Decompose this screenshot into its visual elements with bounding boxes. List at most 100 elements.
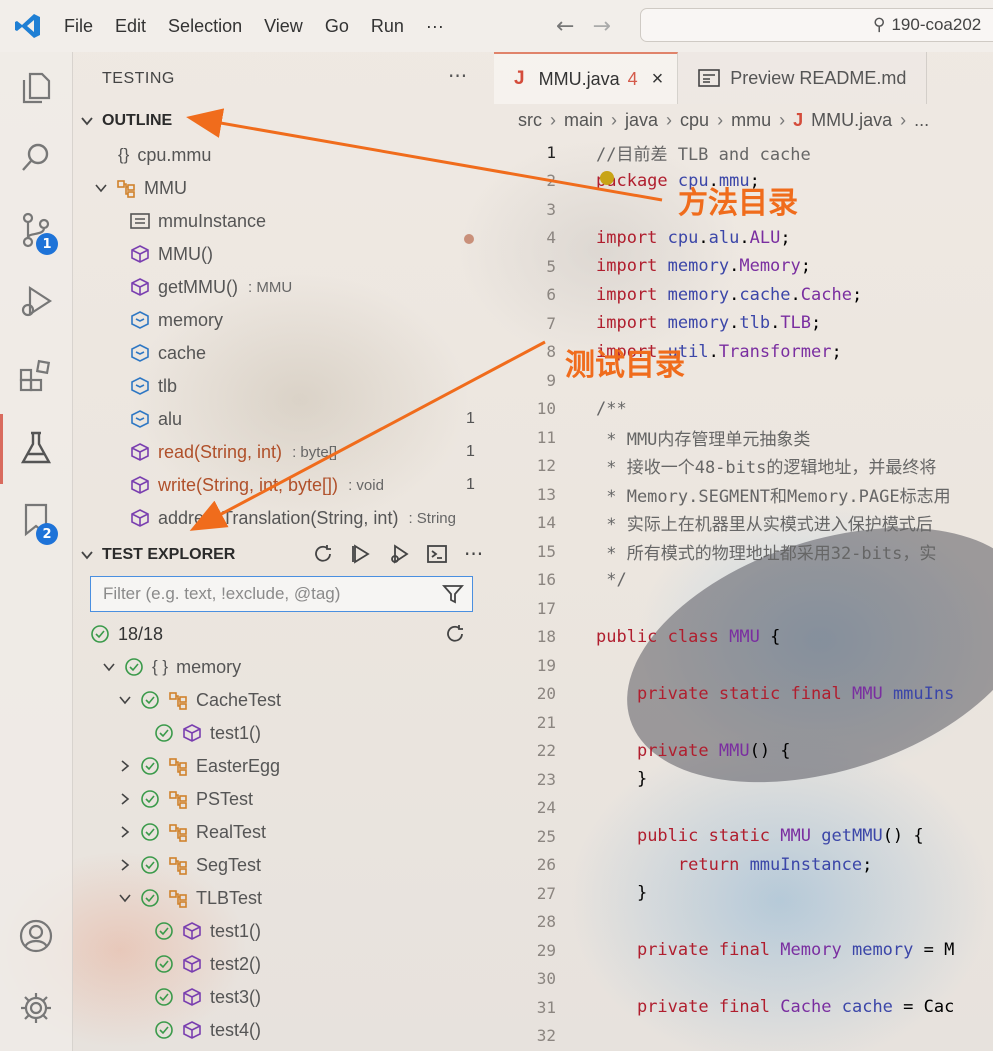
testing-icon[interactable] [18,430,54,466]
code-line[interactable]: 10 /** [494,395,993,423]
outline-item-namespace[interactable]: {} cpu.mmu [118,140,211,170]
code-line[interactable]: 13 * Memory.SEGMENT和Memory.PAGE标志用 [494,480,993,508]
outline-item-property[interactable]: alu 1 [130,404,480,434]
account-icon[interactable] [18,918,54,954]
tab-mmu-java[interactable]: J MMU.java 4 × [494,52,679,104]
breadcrumb-item[interactable]: java [625,110,658,131]
test-tree-item[interactable]: EasterEgg [118,751,280,781]
chevron-down-icon[interactable] [118,693,132,707]
test-tree-item[interactable]: test3() [154,982,261,1012]
outline-item-method[interactable]: MMU() [130,239,213,269]
filter-icon[interactable] [442,583,464,605]
menu-selection[interactable]: Selection [168,16,242,37]
chevron-right-icon[interactable] [118,759,132,773]
chevron-down-icon[interactable] [102,660,116,674]
breadcrumb-item[interactable]: cpu [680,110,709,131]
lightbulb-icon[interactable] [600,171,614,185]
test-tree-item[interactable]: RealTest [118,817,266,847]
class-icon [169,890,187,908]
test-tree-item[interactable]: test4() [154,1015,261,1045]
chevron-right-icon[interactable] [118,858,132,872]
run-debug-icon[interactable] [18,284,54,320]
test-tree-item[interactable]: TLBTest [118,883,262,913]
search-icon[interactable] [18,140,54,176]
refresh-tests-icon[interactable] [312,543,334,565]
code-line[interactable]: 30 [494,965,993,993]
code-line[interactable]: 31 private final Cache cache = Cac [494,993,993,1021]
test-tree-item[interactable]: PSTest [118,784,253,814]
test-tree-item[interactable]: test1() [154,718,261,748]
outline-item-field[interactable]: mmuInstance [130,206,266,236]
test-filter-field[interactable] [90,576,473,612]
close-tab-icon[interactable]: × [652,68,664,91]
outline-item-method[interactable]: read(String, int) : byte[] 1 [130,437,480,467]
back-arrow-icon[interactable]: ← [556,14,592,39]
code-line[interactable]: 22 private MMU() { [494,737,993,765]
outline-item-method[interactable]: write(String, int, byte[]) : void 1 [130,470,480,500]
code-line[interactable]: 1 //目前差 TLB and cache [494,138,993,166]
chevron-right-icon[interactable] [118,792,132,806]
breadcrumb-item[interactable]: MMU.java [811,110,892,131]
tab-preview-readme[interactable]: Preview README.md [678,52,928,104]
test-tree-item[interactable]: { } memory [102,652,241,682]
breadcrumb-item[interactable]: ... [914,110,929,131]
code-line[interactable]: 24 [494,794,993,822]
breadcrumb-item[interactable]: mmu [731,110,771,131]
outline-item-property[interactable]: memory [130,305,223,335]
command-center-search[interactable]: ⚲ 190-coa202 [640,8,993,42]
outline-item-method[interactable]: addressTranslation(String, int) : String [130,503,456,533]
menu-file[interactable]: File [64,16,93,37]
code-line[interactable]: 11 * MMU内存管理单元抽象类 [494,423,993,451]
code-line[interactable]: 23 } [494,765,993,793]
menu-go[interactable]: Go [325,16,349,37]
sidebar-more-actions[interactable]: ··· [448,64,467,88]
breadcrumb-item[interactable]: src [518,110,542,131]
settings-gear-icon[interactable] [18,990,54,1026]
code-line[interactable]: 6 import memory.cache.Cache; [494,281,993,309]
explorer-icon[interactable] [18,70,54,106]
code-line[interactable]: 25 public static MMU getMMU() { [494,822,993,850]
code-line[interactable]: 12 * 接收一个48-bits的逻辑地址，并最终将 [494,452,993,480]
code-line[interactable]: 16 */ [494,566,993,594]
outline-section-header[interactable]: OUTLINE [80,112,172,130]
code-line[interactable]: 29 private final Memory memory = M [494,936,993,964]
outline-item-property[interactable]: cache [130,338,206,368]
menu-edit[interactable]: Edit [115,16,146,37]
extensions-icon[interactable] [18,358,54,394]
code-line[interactable]: 20 private static final MMU mmuIns [494,680,993,708]
code-line[interactable]: 18 public class MMU { [494,623,993,651]
test-explorer-more[interactable]: ··· [464,542,483,566]
rerun-icon[interactable] [444,623,466,645]
terminal-icon[interactable] [426,543,448,565]
code-line[interactable]: 14 * 实际上在机器里从实模式进入保护模式后 [494,509,993,537]
code-line[interactable]: 32 [494,1022,993,1050]
test-tree-item[interactable]: test1() [154,916,261,946]
code-line[interactable]: 21 [494,708,993,736]
test-filter-input[interactable] [101,583,435,605]
menu-more[interactable]: ··· [426,16,444,37]
test-explorer-section-header[interactable]: TEST EXPLORER [80,546,235,564]
debug-all-tests-icon[interactable] [388,543,410,565]
menu-view[interactable]: View [264,16,303,37]
menu-run[interactable]: Run [371,16,404,37]
chevron-down-icon[interactable] [118,891,132,905]
test-tree-item[interactable]: CacheTest [118,685,281,715]
test-tree-item[interactable]: test2() [154,949,261,979]
breadcrumb-item[interactable]: main [564,110,603,131]
code-line[interactable]: 15 * 所有模式的物理地址都采用32-bits，实 [494,537,993,565]
run-all-tests-icon[interactable] [350,543,372,565]
outline-item-property[interactable]: tlb [130,371,177,401]
code-line[interactable]: 7 import memory.tlb.TLB; [494,309,993,337]
code-line[interactable]: 19 [494,651,993,679]
test-tree-item[interactable]: SegTest [118,850,261,880]
chevron-right-icon[interactable] [118,825,132,839]
code-line[interactable]: 17 [494,594,993,622]
outline-item-class-mmu[interactable]: MMU [94,173,187,203]
code-line[interactable]: 28 [494,908,993,936]
code-line[interactable]: 26 return mmuInstance; [494,851,993,879]
code-line[interactable]: 4 import cpu.alu.ALU; [494,224,993,252]
code-line[interactable]: 27 } [494,879,993,907]
code-line[interactable]: 5 import memory.Memory; [494,252,993,280]
outline-item-method[interactable]: getMMU() : MMU [130,272,292,302]
forward-arrow-icon[interactable]: → [592,14,628,39]
